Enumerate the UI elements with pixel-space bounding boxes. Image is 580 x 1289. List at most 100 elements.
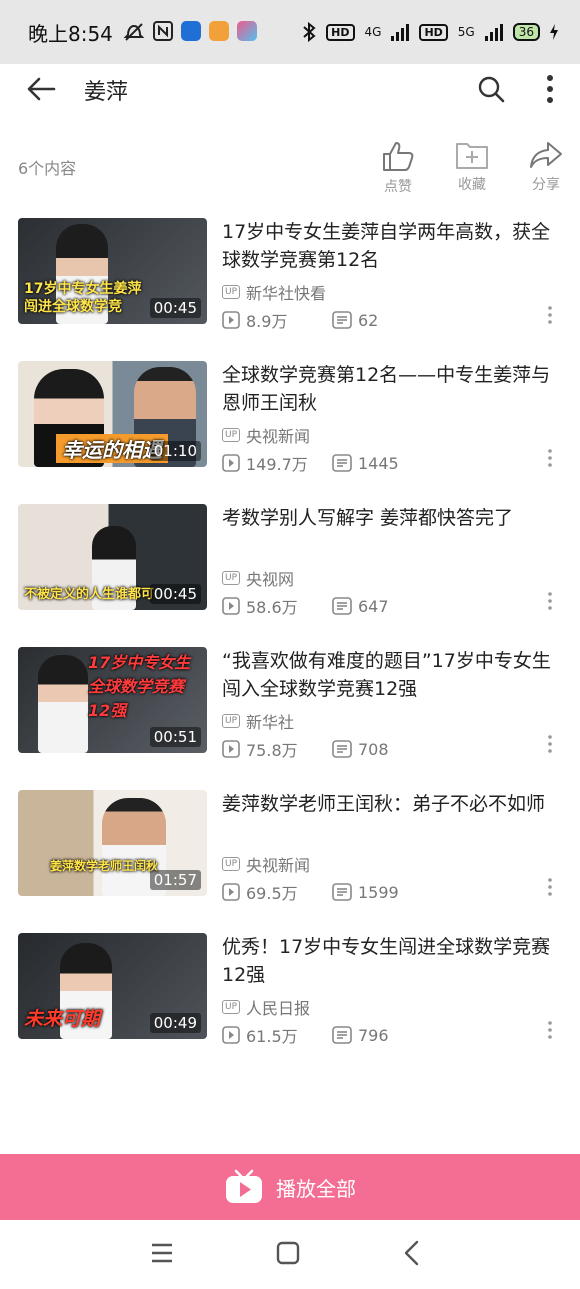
danmaku-icon	[332, 454, 352, 472]
danmaku-icon	[332, 311, 352, 329]
uploader-row: UP 央视新闻	[222, 852, 310, 876]
mute-icon	[123, 23, 145, 41]
view-count-value: 75.8万	[246, 741, 298, 760]
danmaku-icon	[332, 883, 352, 901]
video-title[interactable]: 姜萍数学老师王闰秋：弟子不必不如师	[222, 790, 562, 818]
uploader-name[interactable]: 新华社	[246, 709, 294, 733]
back-arrow-icon[interactable]	[24, 74, 58, 104]
item-more-icon[interactable]	[546, 449, 554, 467]
view-count-value: 8.9万	[246, 312, 288, 331]
video-stats: 8.9万 62	[222, 308, 378, 332]
uploader-name[interactable]: 人民日报	[246, 995, 310, 1019]
item-more-icon[interactable]	[546, 1021, 554, 1039]
video-thumbnail[interactable]: 姜萍数学老师王闰秋 01:57	[18, 790, 207, 896]
uploader-name[interactable]: 央视新闻	[246, 423, 310, 447]
video-title[interactable]: 考数学别人写解字 姜萍都快答完了	[222, 504, 562, 532]
bluetooth-icon	[303, 22, 316, 42]
favorite-label: 收藏	[458, 177, 486, 193]
thumbnail-overlay-text: 不被定义的人生谁都可	[24, 587, 155, 602]
video-duration: 00:51	[149, 727, 201, 747]
item-more-icon[interactable]	[546, 735, 554, 753]
folder-add-icon	[456, 143, 488, 169]
video-duration: 00:49	[149, 1013, 201, 1033]
network-5g-label: 5G	[457, 25, 475, 39]
video-thumbnail[interactable]: 未来可期 00:49	[18, 933, 207, 1039]
play-count-icon	[222, 454, 240, 472]
thumbnail-overlay-text: 未来可期	[24, 1008, 101, 1030]
danmaku-icon	[332, 597, 352, 615]
page-title: 姜萍	[84, 80, 129, 105]
video-title[interactable]: 全球数学竞赛第12名——中专生姜萍与恩师王闰秋	[222, 361, 562, 417]
video-stats: 75.8万 708	[222, 737, 389, 761]
person-image	[38, 655, 88, 753]
favorite-button[interactable]: 收藏	[442, 140, 502, 194]
item-more-icon[interactable]	[546, 592, 554, 610]
video-item[interactable]: 未来可期 00:49 优秀！17岁中专女生闯进全球数学竞赛12强 UP 人民日报…	[0, 933, 580, 1076]
battery-icon: 36	[512, 23, 540, 41]
system-nav-bar	[0, 1220, 580, 1289]
view-count: 149.7万	[222, 451, 332, 475]
nfc-icon	[152, 21, 173, 41]
video-title[interactable]: 17岁中专女生姜萍自学两年高数，获全球数学竞赛第12名	[222, 218, 562, 274]
video-thumbnail[interactable]: 17岁中专女生 全球数学竞赛12强 00:51	[18, 647, 207, 753]
danmaku-icon	[332, 1026, 352, 1044]
uploader-row: UP 人民日报	[222, 995, 310, 1019]
status-notification-icons	[123, 21, 257, 43]
video-item[interactable]: 幸运的相遇 01:10 全球数学竞赛第12名——中专生姜萍与恩师王闰秋 UP 央…	[0, 361, 580, 504]
more-options-icon[interactable]	[540, 72, 560, 106]
thumbs-up-icon	[383, 142, 414, 171]
uploader-row: UP 新华社快看	[222, 280, 326, 304]
uploader-name[interactable]: 央视网	[246, 566, 294, 590]
video-item[interactable]: 17岁中专女生 全球数学竞赛12强 00:51 “我喜欢做有难度的题目”17岁中…	[0, 647, 580, 790]
share-label: 分享	[532, 177, 560, 193]
recent-apps-icon[interactable]	[150, 1242, 174, 1264]
share-arrow-icon	[530, 142, 562, 168]
like-label: 点赞	[384, 179, 412, 195]
hd-badge-2: HD	[419, 23, 448, 41]
video-duration: 00:45	[149, 298, 201, 318]
app-notification-icon-blue	[180, 21, 201, 41]
item-more-icon[interactable]	[546, 878, 554, 896]
comment-count-value: 796	[358, 1025, 389, 1045]
video-stats: 61.5万 796	[222, 1023, 389, 1047]
comment-count-value: 647	[358, 596, 389, 616]
video-item[interactable]: 不被定义的人生谁都可 00:45 考数学别人写解字 姜萍都快答完了 UP 央视网…	[0, 504, 580, 647]
video-duration: 01:57	[149, 870, 201, 890]
video-item[interactable]: 17岁中专女生姜萍闯进全球数学竞 00:45 17岁中专女生姜萍自学两年高数，获…	[0, 218, 580, 361]
video-title[interactable]: “我喜欢做有难度的题目”17岁中专女生闯入全球数学竞赛12强	[222, 647, 562, 703]
signal-icon-2	[484, 23, 503, 41]
home-icon[interactable]	[276, 1241, 300, 1265]
up-badge: UP	[222, 571, 241, 585]
play-all-button[interactable]: 播放全部	[0, 1154, 580, 1220]
comment-count-value: 1599	[358, 882, 399, 902]
video-thumbnail[interactable]: 幸运的相遇 01:10	[18, 361, 207, 467]
status-right-icons: HD 4G HD 5G 36	[302, 22, 558, 42]
uploader-name[interactable]: 新华社快看	[246, 280, 326, 304]
uploader-name[interactable]: 央视新闻	[246, 852, 310, 876]
up-badge: UP	[222, 1000, 241, 1014]
like-button[interactable]: 点赞	[368, 140, 428, 196]
view-count-value: 149.7万	[246, 455, 308, 474]
network-4g-label: 4G	[364, 25, 382, 39]
share-button[interactable]: 分享	[516, 140, 576, 194]
video-thumbnail[interactable]: 17岁中专女生姜萍闯进全球数学竞 00:45	[18, 218, 207, 324]
search-icon[interactable]	[476, 74, 506, 104]
content-count: 6个内容	[18, 159, 77, 178]
comment-count: 796	[332, 1026, 389, 1045]
thumbnail-overlay-text: 17岁中专女生姜萍闯进全球数学竞	[24, 281, 142, 315]
item-more-icon[interactable]	[546, 306, 554, 324]
nav-back-icon[interactable]	[402, 1240, 422, 1266]
video-duration: 01:10	[149, 441, 201, 461]
video-item[interactable]: 姜萍数学老师王闰秋 01:57 姜萍数学老师王闰秋：弟子不必不如师 UP 央视新…	[0, 790, 580, 933]
video-stats: 149.7万 1445	[222, 451, 399, 475]
video-thumbnail[interactable]: 不被定义的人生谁都可 00:45	[18, 504, 207, 610]
comment-count-value: 62	[358, 310, 379, 330]
play-count-icon	[222, 740, 240, 758]
comment-count: 62	[332, 311, 378, 330]
view-count: 75.8万	[222, 737, 332, 761]
up-badge: UP	[222, 428, 241, 442]
video-title[interactable]: 优秀！17岁中专女生闯进全球数学竞赛12强	[222, 933, 562, 989]
play-all-label: 播放全部	[276, 1176, 356, 1201]
view-count-value: 69.5万	[246, 884, 298, 903]
tv-play-icon	[226, 1169, 262, 1203]
